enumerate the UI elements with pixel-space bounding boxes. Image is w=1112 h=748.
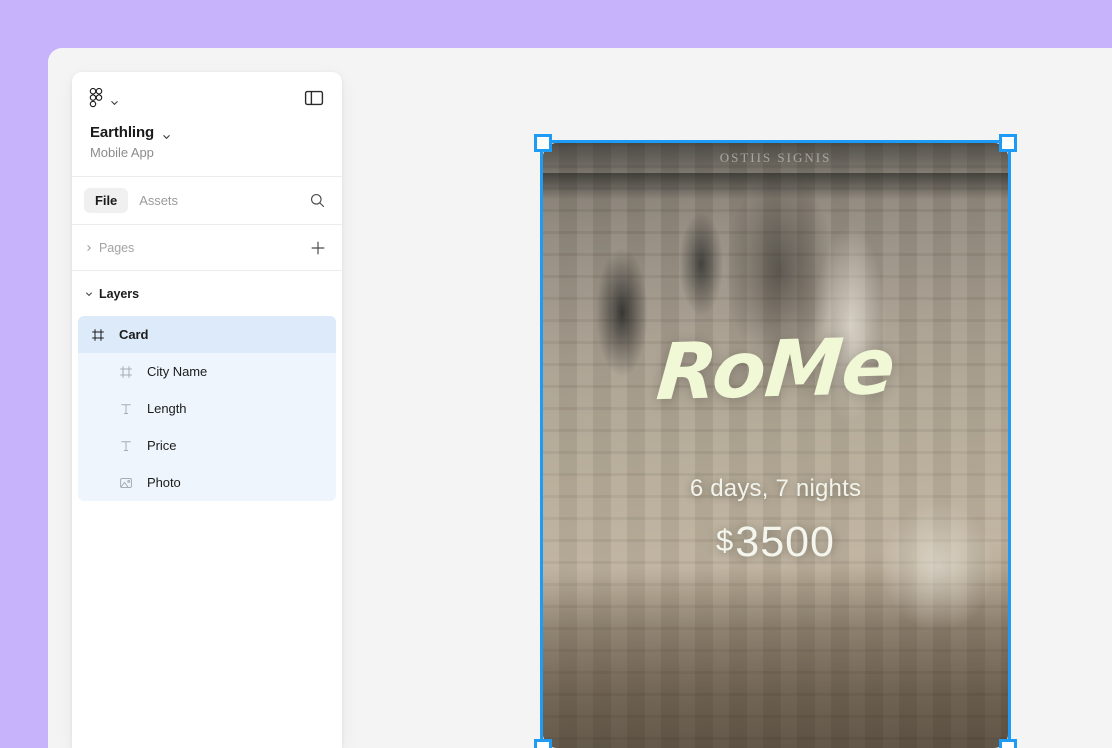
layer-row-photo[interactable]: Photo [78, 464, 336, 501]
photo-cornice-shadow [543, 173, 1008, 199]
file-name: Earthling [90, 124, 155, 141]
card-length-text[interactable]: 6 days, 7 nights [543, 475, 1008, 503]
sidebar-tab-row: File Assets [72, 177, 342, 224]
file-subtitle: Mobile App [90, 145, 154, 160]
resize-handle-top-left[interactable] [534, 134, 552, 152]
frame-icon [90, 327, 106, 343]
text-icon [118, 438, 134, 454]
section-layers-label: Layers [99, 286, 140, 301]
resize-handle-bottom-left[interactable] [534, 739, 552, 748]
left-sidebar-panel: Earthling Mobile App File Assets Pages L… [72, 72, 342, 748]
file-title-block: Earthling Mobile App [72, 124, 342, 176]
section-pages-label: Pages [99, 240, 135, 255]
photo-inscription-text: OSTIIS SIGNIS [719, 150, 832, 165]
layer-group-card: Card City Name Length Price Photo [78, 316, 336, 501]
card-price-amount: 3500 [735, 518, 835, 566]
canvas-area[interactable]: OSTIIS SIGNIS RoMe 6 days, 7 nights $350… [342, 48, 1112, 748]
sidebar-top-row [72, 72, 342, 124]
frame-icon [118, 364, 134, 380]
chevron-down-icon [162, 128, 171, 140]
section-pages[interactable]: Pages [72, 225, 342, 270]
layer-name: Length [147, 401, 187, 416]
layer-name: City Name [147, 364, 208, 379]
plus-icon[interactable] [308, 238, 328, 258]
layer-row-length[interactable]: Length [78, 390, 336, 427]
resize-handle-bottom-right[interactable] [999, 739, 1017, 748]
card-city-name[interactable]: RoMe [543, 322, 1008, 418]
trevi-fountain-photo [543, 143, 1008, 748]
text-icon [118, 401, 134, 417]
figma-logo-icon [89, 87, 103, 108]
file-name-menu-button[interactable]: Earthling [90, 124, 324, 141]
card-price-currency: $ [716, 523, 735, 558]
layer-name: Card [119, 327, 149, 342]
search-icon[interactable] [306, 190, 328, 212]
figma-logo-menu-button[interactable] [89, 87, 119, 108]
layer-row-city-name[interactable]: City Name [78, 353, 336, 390]
panel-layout-icon[interactable] [304, 88, 324, 108]
selected-card-frame[interactable]: OSTIIS SIGNIS RoMe 6 days, 7 nights $350… [534, 134, 1017, 748]
layers-list: Card City Name Length Price Photo [72, 316, 342, 501]
layer-name: Price [147, 438, 177, 453]
resize-handle-top-right[interactable] [999, 134, 1017, 152]
tab-file[interactable]: File [84, 188, 129, 213]
image-icon [118, 475, 134, 491]
layer-row-card[interactable]: Card [78, 316, 336, 353]
chevron-right-icon [83, 244, 95, 252]
chevron-down-icon [110, 94, 119, 105]
photo-inscription: OSTIIS SIGNIS [543, 143, 1008, 173]
layer-row-price[interactable]: Price [78, 427, 336, 464]
chevron-down-icon [83, 290, 95, 298]
section-layers[interactable]: Layers [72, 271, 342, 316]
tab-assets[interactable]: Assets [128, 188, 189, 213]
app-window: Earthling Mobile App File Assets Pages L… [48, 48, 1112, 748]
layer-name: Photo [147, 475, 181, 490]
card-artboard[interactable]: OSTIIS SIGNIS RoMe 6 days, 7 nights $350… [543, 143, 1008, 748]
card-price-text[interactable]: $3500 [543, 518, 1008, 567]
